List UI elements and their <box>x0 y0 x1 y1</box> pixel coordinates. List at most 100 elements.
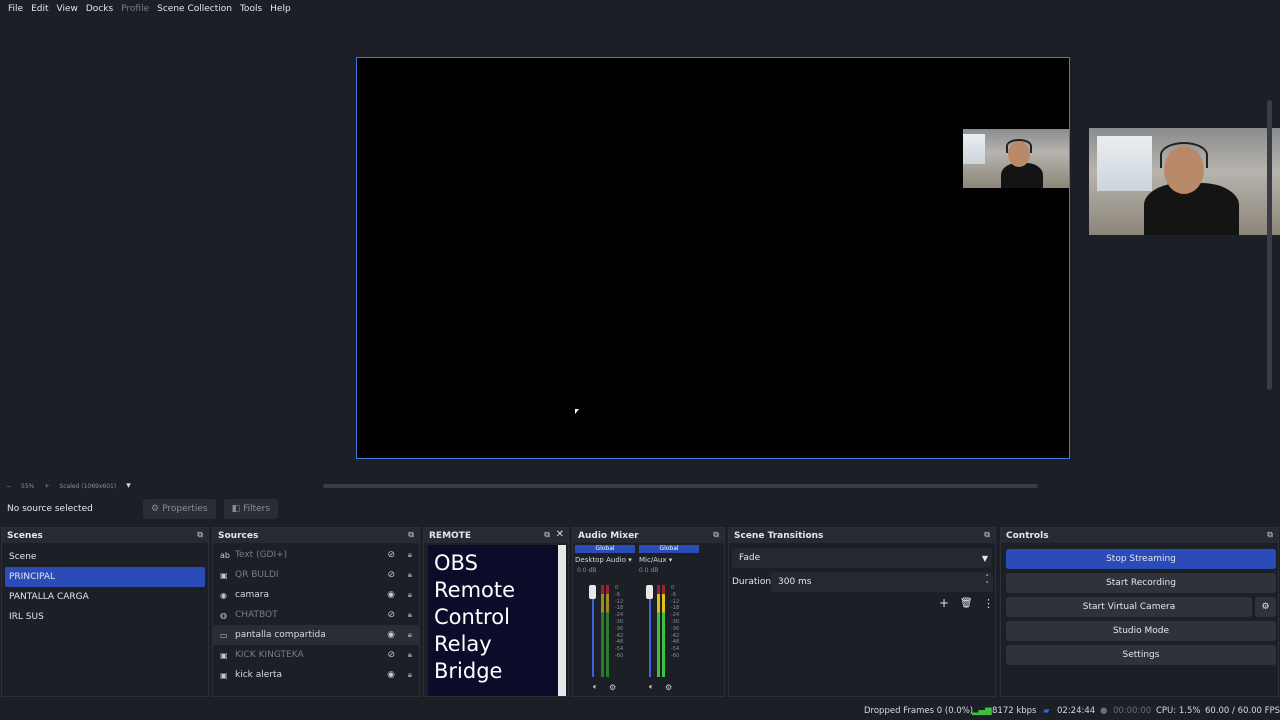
mixer-settings-icon[interactable]: ⚙ <box>665 683 672 692</box>
source-item[interactable]: ab Text (GDI+) ⊘ 🔒︎ <box>213 545 419 565</box>
settings-button[interactable]: Settings <box>1006 645 1276 665</box>
fader-handle[interactable] <box>589 585 596 599</box>
undock-icon[interactable]: ⧉ <box>984 530 990 540</box>
source-item[interactable]: ◉ camara ◉ 🔒︎ <box>213 585 419 605</box>
dropped-frames: Dropped Frames 0 (0.0%) <box>864 706 974 716</box>
stream-time: 02:24:44 <box>1057 706 1096 716</box>
speaker-icon[interactable]: 🔈︎ <box>649 682 654 692</box>
sources-title: Sources ⧉ <box>213 528 419 543</box>
visibility-eye-icon[interactable]: ◉ <box>387 630 395 640</box>
scene-item[interactable]: IRL SUS <box>2 607 208 627</box>
cpu-usage: CPU: 1.5% <box>1156 706 1201 716</box>
scene-item-selected[interactable]: PRINCIPAL <box>5 567 205 587</box>
image-source-icon: ▣ <box>220 570 228 580</box>
visibility-hidden-icon[interactable]: ⊘ <box>387 550 395 560</box>
mouse-cursor-icon <box>575 409 579 414</box>
record-time: 00:00:00 <box>1113 706 1152 716</box>
trash-icon[interactable]: 🗑︎ <box>960 598 973 609</box>
global-badge: Global <box>639 545 699 553</box>
menu-scene-collection[interactable]: Scene Collection <box>157 4 232 14</box>
undock-icon[interactable]: ⧉ <box>544 530 550 540</box>
remote-dock: REMOTE ⧉ ✕ OBS Remote Control Relay Brid… <box>423 527 569 697</box>
visibility-eye-icon[interactable]: ◉ <box>387 670 395 680</box>
menu-profile[interactable]: Profile <box>121 4 149 14</box>
source-item[interactable]: ▣ kick alerta ◉ 🔒︎ <box>213 665 419 685</box>
speaker-icon[interactable]: 🔈︎ <box>593 682 598 692</box>
remote-line: Control <box>434 605 510 629</box>
visibility-hidden-icon[interactable]: ⊘ <box>387 650 395 660</box>
filters-button[interactable]: ◧ Filters <box>223 499 279 519</box>
menu-tools[interactable]: Tools <box>240 4 262 14</box>
source-item[interactable]: ▣ KICK KINGTEKA ⊘ 🔒︎ <box>213 645 419 665</box>
properties-button[interactable]: ⚙ Properties <box>143 499 216 519</box>
lock-icon[interactable]: 🔒︎ <box>408 650 412 660</box>
duration-spinbox[interactable]: 300 ms ˄ ˅ <box>771 572 993 592</box>
source-item[interactable]: ▭ pantalla compartida ◉ 🔒︎ <box>213 625 419 645</box>
mixer-channel-desktop: Global Desktop Audio ▾ 0.0 dB 0 -6 -12 -18-… <box>575 545 635 695</box>
spin-arrows-icon[interactable]: ˄ ˅ <box>986 575 990 589</box>
undock-icon[interactable]: ⧉ <box>408 530 414 540</box>
webcam-overlay-large[interactable] <box>1089 128 1280 235</box>
studio-mode-button[interactable]: Studio Mode <box>1006 621 1276 641</box>
lock-icon[interactable]: 🔒︎ <box>408 570 412 580</box>
zoom-level: 55% <box>21 482 35 490</box>
start-virtual-camera-button[interactable]: Start Virtual Camera <box>1006 597 1252 617</box>
stream-status-icon: ▰ <box>1043 706 1050 716</box>
lock-icon[interactable]: 🔒︎ <box>408 550 412 560</box>
scene-item[interactable]: Scene <box>2 547 208 567</box>
channel-name: Desktop Audio <box>575 556 626 564</box>
fader-handle[interactable] <box>646 585 653 599</box>
more-options-icon[interactable]: ⋮ <box>983 597 994 610</box>
meter-scale: 0 -6 -12 -18 -24 -30 -36 -42 -48 -54 -60 <box>671 585 680 659</box>
remote-scrollbar[interactable] <box>558 545 566 696</box>
scene-transitions-dock: Scene Transitions ⧉ Fade ▼ Duration 300 … <box>728 527 996 697</box>
start-recording-button[interactable]: Start Recording <box>1006 573 1276 593</box>
image-source-icon: ▣ <box>220 650 228 660</box>
image-source-icon: ▣ <box>220 670 228 680</box>
source-item[interactable]: ▣ QR BULDI ⊘ 🔒︎ <box>213 565 419 585</box>
zoom-in-button[interactable]: + <box>44 483 49 490</box>
lock-icon[interactable]: 🔒︎ <box>408 670 412 680</box>
remote-line: OBS <box>434 551 478 575</box>
no-source-label: No source selected <box>7 504 93 514</box>
undock-icon[interactable]: ⧉ <box>1267 530 1273 540</box>
lock-icon[interactable]: 🔒︎ <box>408 610 412 620</box>
scene-transitions-title: Scene Transitions ⧉ <box>729 528 995 543</box>
mixer-settings-icon[interactable]: ⚙ <box>609 683 616 692</box>
stop-streaming-button[interactable]: Stop Streaming <box>1006 549 1276 569</box>
menu-view[interactable]: View <box>57 4 78 14</box>
lock-icon[interactable]: 🔒︎ <box>408 590 412 600</box>
lock-icon[interactable]: 🔒︎ <box>408 630 412 640</box>
virtual-camera-settings-button[interactable]: ⚙ <box>1255 597 1276 617</box>
remote-browser-view[interactable]: OBS Remote Control Relay Bridge <box>428 545 560 696</box>
audio-meter <box>601 585 604 677</box>
visibility-hidden-icon[interactable]: ⊘ <box>387 570 395 580</box>
meter-scale: 0 -6 -12 -18 -24 -30 -36 -42 -48 -54 -60 <box>615 585 624 659</box>
zoom-out-button[interactable]: − <box>6 483 11 490</box>
preview-horizontal-scrollbar[interactable] <box>323 484 1038 488</box>
audio-meter <box>662 585 665 677</box>
menu-edit[interactable]: Edit <box>31 4 48 14</box>
audio-mixer-dock: Audio Mixer ⧉ Global Desktop Audio ▾ 0.0… <box>572 527 725 697</box>
preview-vertical-scrollbar[interactable] <box>1267 100 1272 390</box>
transition-select[interactable]: Fade ▼ <box>732 548 992 568</box>
visibility-hidden-icon[interactable]: ⊘ <box>387 610 395 620</box>
menu-file[interactable]: File <box>8 4 23 14</box>
scene-item[interactable]: PANTALLA CARGA <box>2 587 208 607</box>
undock-icon[interactable]: ⧉ <box>197 530 203 540</box>
remote-title: REMOTE ⧉ ✕ <box>424 528 568 543</box>
audio-mixer-title: Audio Mixer ⧉ <box>573 528 724 543</box>
duration-label: Duration <box>732 577 772 587</box>
menu-docks[interactable]: Docks <box>86 4 113 14</box>
undock-icon[interactable]: ⧉ <box>713 530 719 540</box>
close-icon[interactable]: ✕ <box>556 529 564 540</box>
webcam-overlay-small[interactable] <box>963 129 1069 188</box>
preview-canvas[interactable] <box>356 57 1070 459</box>
menu-bar: File Edit View Docks Profile Scene Colle… <box>0 0 1280 18</box>
remote-line: Bridge <box>434 659 503 683</box>
source-item[interactable]: ◍ CHATBOT ⊘ 🔒︎ <box>213 605 419 625</box>
scale-dropdown-icon[interactable]: ▾ <box>126 481 131 491</box>
menu-help[interactable]: Help <box>270 4 291 14</box>
add-transition-icon[interactable]: + <box>939 596 949 610</box>
visibility-eye-icon[interactable]: ◉ <box>387 590 395 600</box>
